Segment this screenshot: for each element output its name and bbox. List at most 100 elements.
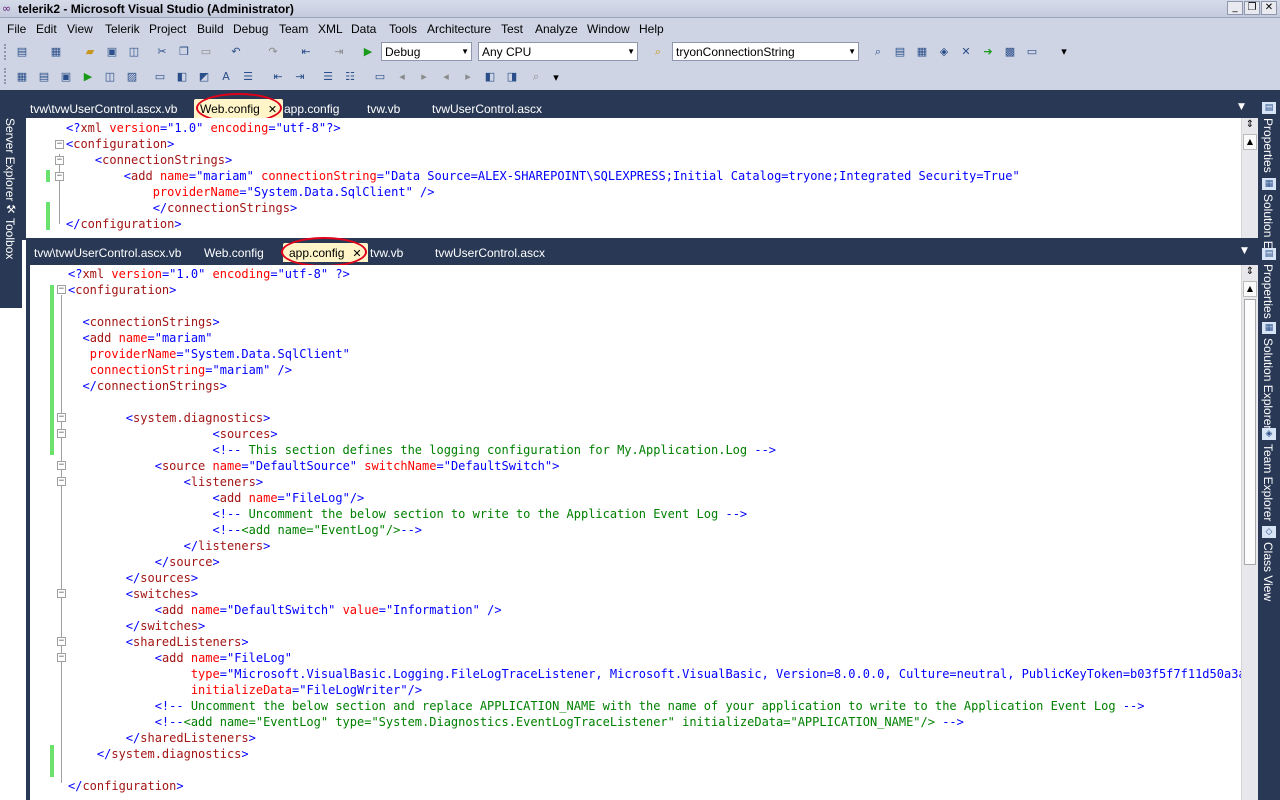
member-list-icon[interactable]: ◫ bbox=[102, 69, 118, 85]
tab-tvw-vb[interactable]: tvw.vb bbox=[361, 99, 406, 118]
toolbox-tab[interactable]: Toolbox bbox=[3, 218, 17, 259]
solution-platform-dropdown[interactable]: Any CPU ▼ bbox=[478, 42, 638, 61]
toolbar-grip[interactable] bbox=[4, 68, 7, 84]
redo-icon[interactable]: ↷ bbox=[265, 44, 281, 60]
menu-project[interactable]: Project bbox=[149, 22, 186, 36]
collapse-icon[interactable]: − bbox=[57, 477, 66, 486]
menu-test[interactable]: Test bbox=[501, 22, 523, 36]
properties-tab-2[interactable]: Properties bbox=[1261, 264, 1275, 319]
command-window-icon[interactable]: ▭ bbox=[1024, 44, 1040, 60]
navigate-forward-icon[interactable]: ⇥ bbox=[331, 44, 347, 60]
solution-explorer-tab-2[interactable]: Solution Explorer bbox=[1261, 338, 1275, 429]
scroll-up-icon[interactable]: ▲ bbox=[1243, 134, 1257, 150]
tab-app-config[interactable]: app.config bbox=[278, 99, 345, 118]
decrease-indent-icon[interactable]: ⇤ bbox=[270, 69, 286, 85]
menu-tools[interactable]: Tools bbox=[389, 22, 417, 36]
tab-list-chevron-icon[interactable]: ▼ bbox=[1238, 102, 1245, 112]
prev-bookmark-folder-icon[interactable]: ◂ bbox=[438, 69, 454, 85]
restore-button[interactable]: ❐ bbox=[1244, 1, 1260, 15]
comment-icon[interactable]: ☰ bbox=[320, 69, 336, 85]
bookmark-icon[interactable]: ▭ bbox=[372, 69, 388, 85]
menu-analyze[interactable]: Analyze bbox=[535, 22, 578, 36]
collapse-icon[interactable]: − bbox=[55, 172, 64, 181]
new-project-icon[interactable]: ▤ bbox=[14, 44, 30, 60]
menu-data[interactable]: Data bbox=[351, 22, 376, 36]
bottom-vertical-scrollbar[interactable]: ⇕ ▲ bbox=[1241, 265, 1258, 800]
extension-manager-icon[interactable]: ▩ bbox=[1002, 44, 1018, 60]
paste-icon[interactable]: ▭ bbox=[198, 44, 214, 60]
tab-list-chevron-icon[interactable]: ▼ bbox=[1241, 246, 1248, 256]
find-in-files-icon[interactable]: ⌕ bbox=[650, 44, 666, 60]
navigate-backward-icon[interactable]: ⇤ bbox=[298, 44, 314, 60]
save-icon[interactable]: ▣ bbox=[104, 44, 120, 60]
xslt-icon[interactable]: ▤ bbox=[36, 69, 52, 85]
start-page-icon[interactable]: ➔ bbox=[980, 44, 996, 60]
uncomment-icon[interactable]: ☷ bbox=[342, 69, 358, 85]
tab-tvw-usercontrol-ascx-vb[interactable]: tvw\tvwUserControl.ascx.vb bbox=[28, 243, 187, 262]
open-file-icon[interactable]: ▰ bbox=[82, 44, 98, 60]
toolbox-icon[interactable]: ✕ bbox=[958, 44, 974, 60]
tab-tvw-usercontrol-ascx[interactable]: tvwUserControl.ascx bbox=[429, 243, 551, 262]
web-config-editor[interactable]: − − − <?xml version="1.0" encoding="utf-… bbox=[26, 118, 1258, 238]
tab-web-config[interactable]: Web.config bbox=[198, 243, 270, 262]
server-explorer-tab[interactable]: Server Explorer bbox=[3, 118, 17, 201]
cut-icon[interactable]: ✂ bbox=[154, 44, 170, 60]
menu-window[interactable]: Window bbox=[587, 22, 630, 36]
tab-tvw-vb[interactable]: tvw.vb bbox=[364, 243, 409, 262]
collapse-icon[interactable]: − bbox=[57, 653, 66, 662]
solution-configuration-dropdown[interactable]: Debug ▼ bbox=[381, 42, 472, 61]
menu-view[interactable]: View bbox=[67, 22, 93, 36]
menu-debug[interactable]: Debug bbox=[233, 22, 268, 36]
clear-bookmarks-icon[interactable]: ⌕ bbox=[528, 69, 544, 85]
toolbar-grip[interactable] bbox=[4, 44, 7, 60]
menu-architecture[interactable]: Architecture bbox=[427, 22, 491, 36]
schema-icon[interactable]: ▦ bbox=[14, 69, 30, 85]
solution-explorer-icon[interactable]: ▤ bbox=[892, 44, 908, 60]
menu-build[interactable]: Build bbox=[197, 22, 224, 36]
collapse-icon[interactable]: − bbox=[57, 461, 66, 470]
splitter-icon[interactable]: ⇕ bbox=[1243, 266, 1257, 278]
menu-file[interactable]: File bbox=[7, 22, 26, 36]
class-view-tab[interactable]: Class View bbox=[1261, 542, 1275, 601]
prev-bookmark-doc-icon[interactable]: ◧ bbox=[482, 69, 498, 85]
indent-icon[interactable]: ◩ bbox=[196, 69, 212, 85]
close-button[interactable]: ✕ bbox=[1261, 1, 1277, 15]
properties-tab-1[interactable]: Properties bbox=[1261, 118, 1275, 173]
collapse-icon[interactable]: − bbox=[55, 156, 64, 165]
collapse-icon[interactable]: − bbox=[55, 140, 64, 149]
find-combo[interactable]: tryonConnectionString ▼ bbox=[672, 42, 859, 61]
menu-help[interactable]: Help bbox=[639, 22, 664, 36]
toolbar-options-icon[interactable]: ▾ bbox=[548, 70, 564, 86]
app-config-editor[interactable]: − − − − − − − − <?xml version = "1.0" enco… bbox=[30, 265, 1258, 800]
start-debugging-icon[interactable]: ▶ bbox=[360, 44, 376, 60]
xml-icon[interactable]: ▣ bbox=[58, 69, 74, 85]
object-browser-icon[interactable]: ◈ bbox=[936, 44, 952, 60]
collapse-icon[interactable]: − bbox=[57, 637, 66, 646]
properties-icon[interactable]: ▦ bbox=[914, 44, 930, 60]
next-bookmark-icon[interactable]: ▸ bbox=[416, 69, 432, 85]
add-item-icon[interactable]: ▦ bbox=[48, 44, 64, 60]
previous-bookmark-icon[interactable]: ◂ bbox=[394, 69, 410, 85]
solution-explorer-tab-1[interactable]: Solution E bbox=[1261, 194, 1275, 249]
next-bookmark-folder-icon[interactable]: ▸ bbox=[460, 69, 476, 85]
menu-telerik[interactable]: Telerik bbox=[105, 22, 140, 36]
minimize-button[interactable]: _ bbox=[1227, 1, 1243, 15]
complete-word-icon[interactable]: ◧ bbox=[174, 69, 190, 85]
next-bookmark-doc-icon[interactable]: ◨ bbox=[504, 69, 520, 85]
top-vertical-scrollbar[interactable]: ⇕ ▲ bbox=[1241, 118, 1258, 238]
find-icon[interactable]: ⌕ bbox=[870, 44, 886, 60]
collapse-icon[interactable]: − bbox=[57, 285, 66, 294]
collapse-icon[interactable]: − bbox=[57, 413, 66, 422]
increase-indent-icon[interactable]: ⇥ bbox=[292, 69, 308, 85]
menu-edit[interactable]: Edit bbox=[36, 22, 57, 36]
collapse-icon[interactable]: − bbox=[57, 429, 66, 438]
parameter-info-icon[interactable]: ▨ bbox=[124, 69, 140, 85]
save-all-icon[interactable]: ◫ bbox=[126, 44, 142, 60]
scroll-thumb[interactable] bbox=[1244, 299, 1256, 565]
text-icon[interactable]: A bbox=[218, 69, 234, 85]
tab-tvw-usercontrol-ascx[interactable]: tvwUserControl.ascx bbox=[426, 99, 548, 118]
menu-team[interactable]: Team bbox=[279, 22, 308, 36]
scroll-up-icon[interactable]: ▲ bbox=[1243, 281, 1257, 297]
menu-xml[interactable]: XML bbox=[318, 22, 343, 36]
quick-info-icon[interactable]: ▭ bbox=[152, 69, 168, 85]
